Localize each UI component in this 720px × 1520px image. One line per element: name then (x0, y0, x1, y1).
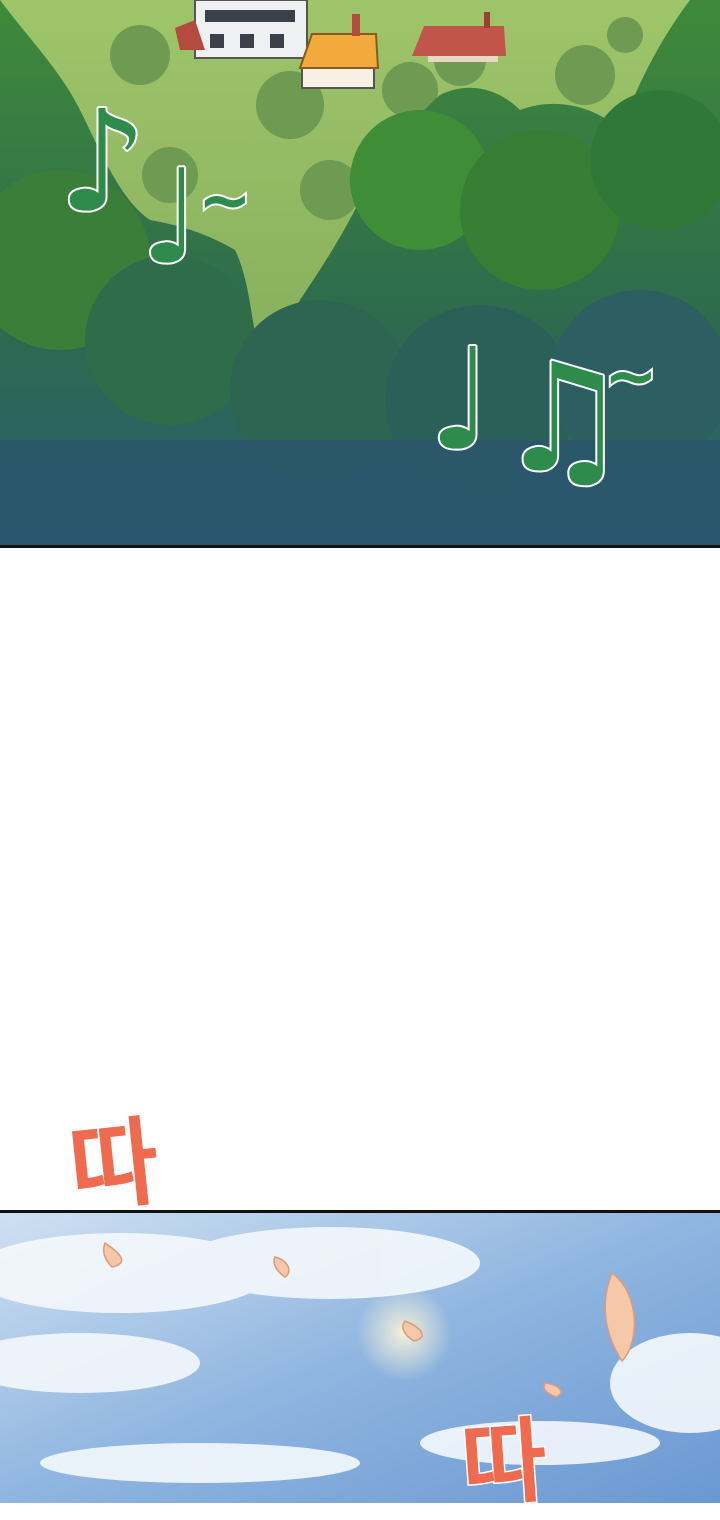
quarter-note-icon: ♩ (428, 319, 494, 482)
tilde-mark: ~ (604, 340, 658, 414)
quarter-note-icon: ♩ (140, 141, 201, 293)
music-notes-overlay: ♪ ♩ ~ ♩ ♫ ~ (56, 79, 660, 508)
tilde-mark: ~ (198, 164, 252, 238)
sound-effect-ttak: 따 (457, 1406, 552, 1520)
eighth-note-icon: ♪ (58, 81, 147, 244)
forest-village-panel: ♪ ♩ ~ ♩ ♫ ~ (0, 0, 720, 548)
sound-effect-ttak: 따 (63, 1104, 166, 1228)
sky-illustration (0, 1213, 720, 1503)
bokeh-light (356, 1285, 452, 1381)
sky-panel (0, 1210, 720, 1503)
